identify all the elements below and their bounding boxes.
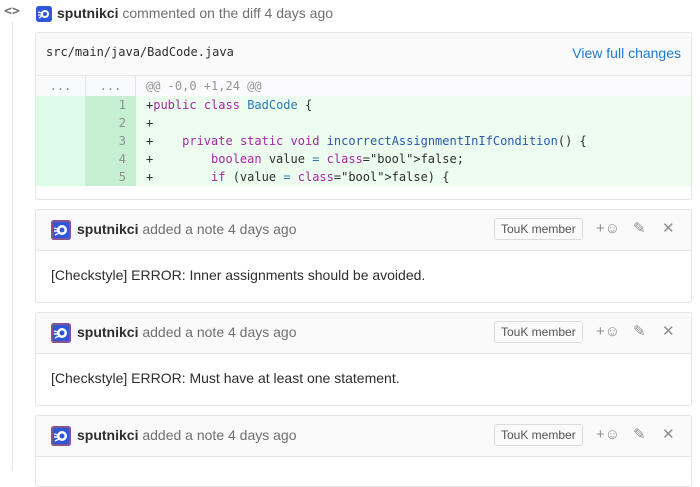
diff-line: 1 +public class BadCode { xyxy=(36,96,691,114)
note-header: sputnikci added a note 4 days ago TouK m… xyxy=(36,416,691,457)
diff-file: src/main/java/BadCode.java View full cha… xyxy=(35,32,692,200)
close-icon[interactable]: ✕ xyxy=(662,322,675,342)
member-badge: TouK member xyxy=(494,321,583,343)
note-author[interactable]: sputnikci xyxy=(77,324,138,340)
note-action: added a note xyxy=(142,324,225,340)
discussion-time: 4 days ago xyxy=(264,5,334,21)
diff-file-header: src/main/java/BadCode.java View full cha… xyxy=(36,33,691,76)
note-time: 4 days ago xyxy=(228,427,297,443)
note: sputnikci added a note 4 days ago TouK m… xyxy=(35,312,692,406)
pencil-icon[interactable]: ✎ xyxy=(633,425,646,445)
diff-line: 2 + xyxy=(36,114,691,132)
old-line-number[interactable] xyxy=(36,114,86,132)
diff-hunk-header: ... ... @@ -0,0 +1,24 @@ xyxy=(36,76,691,96)
note-author[interactable]: sputnikci xyxy=(77,221,138,237)
avatar[interactable] xyxy=(51,220,71,240)
new-line-number[interactable]: 3 xyxy=(86,132,136,150)
hunk-header-text: @@ -0,0 +1,24 @@ xyxy=(146,79,262,93)
diff-line: 5 + if (value = class="bool">false) { xyxy=(36,168,691,186)
note-meta: sputnikci added a note 4 days ago xyxy=(77,221,297,237)
file-path: src/main/java/BadCode.java xyxy=(46,45,234,59)
note-meta: sputnikci added a note 4 days ago xyxy=(77,324,297,340)
old-line-number[interactable] xyxy=(36,168,86,186)
add-emoji-icon[interactable]: +☺ xyxy=(596,219,620,239)
old-line-number[interactable] xyxy=(36,150,86,168)
code-line: + if (value = class="bool">false) { xyxy=(136,168,691,186)
note-author[interactable]: sputnikci xyxy=(77,427,138,443)
new-line-number[interactable]: 5 xyxy=(86,168,136,186)
add-emoji-icon[interactable]: +☺ xyxy=(596,425,620,445)
timeline-line xyxy=(12,22,13,471)
code-line: + private static void incorrectAssignmen… xyxy=(136,132,691,150)
code-diff-icon: <> xyxy=(4,4,20,19)
note-meta: sputnikci added a note 4 days ago xyxy=(77,427,297,443)
note-body: [Checkstyle] ERROR: Inner assignments sh… xyxy=(51,267,426,283)
code-line: + xyxy=(136,114,691,132)
add-emoji-icon[interactable]: +☺ xyxy=(596,322,620,342)
new-line-number[interactable]: 4 xyxy=(86,150,136,168)
note-body xyxy=(36,457,691,486)
old-line-number[interactable] xyxy=(36,96,86,114)
avatar[interactable] xyxy=(51,323,71,343)
discussion-action: commented on the diff xyxy=(122,5,261,21)
note-body: [Checkstyle] ERROR: Must have at least o… xyxy=(51,370,400,386)
pencil-icon[interactable]: ✎ xyxy=(633,219,646,239)
diff-line: 4 + boolean value = class="bool">false; xyxy=(36,150,691,168)
note: sputnikci added a note 4 days ago TouK m… xyxy=(35,415,692,487)
code-line: + boolean value = class="bool">false; xyxy=(136,150,691,168)
note-time: 4 days ago xyxy=(228,221,297,237)
pencil-icon[interactable]: ✎ xyxy=(633,322,646,342)
view-full-changes-link[interactable]: View full changes xyxy=(572,45,681,61)
note-time: 4 days ago xyxy=(228,324,297,340)
discussion-header: sputnikci commented on the diff 4 days a… xyxy=(36,4,334,23)
note-action: added a note xyxy=(142,221,225,237)
note-header: sputnikci added a note 4 days ago TouK m… xyxy=(36,313,691,354)
new-line-number[interactable]: 1 xyxy=(86,96,136,114)
note: sputnikci added a note 4 days ago TouK m… xyxy=(35,209,692,303)
discussion-author[interactable]: sputnikci xyxy=(57,5,118,21)
old-line-number[interactable]: ... xyxy=(36,76,86,96)
note-header: sputnikci added a note 4 days ago TouK m… xyxy=(36,210,691,251)
member-badge: TouK member xyxy=(494,424,583,446)
diff-line: 3 + private static void incorrectAssignm… xyxy=(36,132,691,150)
new-line-number[interactable]: 2 xyxy=(86,114,136,132)
member-badge: TouK member xyxy=(494,218,583,240)
close-icon[interactable]: ✕ xyxy=(662,425,675,445)
old-line-number[interactable] xyxy=(36,132,86,150)
code-line: +public class BadCode { xyxy=(136,96,691,114)
close-icon[interactable]: ✕ xyxy=(662,219,675,239)
avatar[interactable] xyxy=(51,426,71,446)
note-action: added a note xyxy=(142,427,225,443)
avatar[interactable] xyxy=(36,6,52,23)
new-line-number[interactable]: ... xyxy=(86,76,136,96)
